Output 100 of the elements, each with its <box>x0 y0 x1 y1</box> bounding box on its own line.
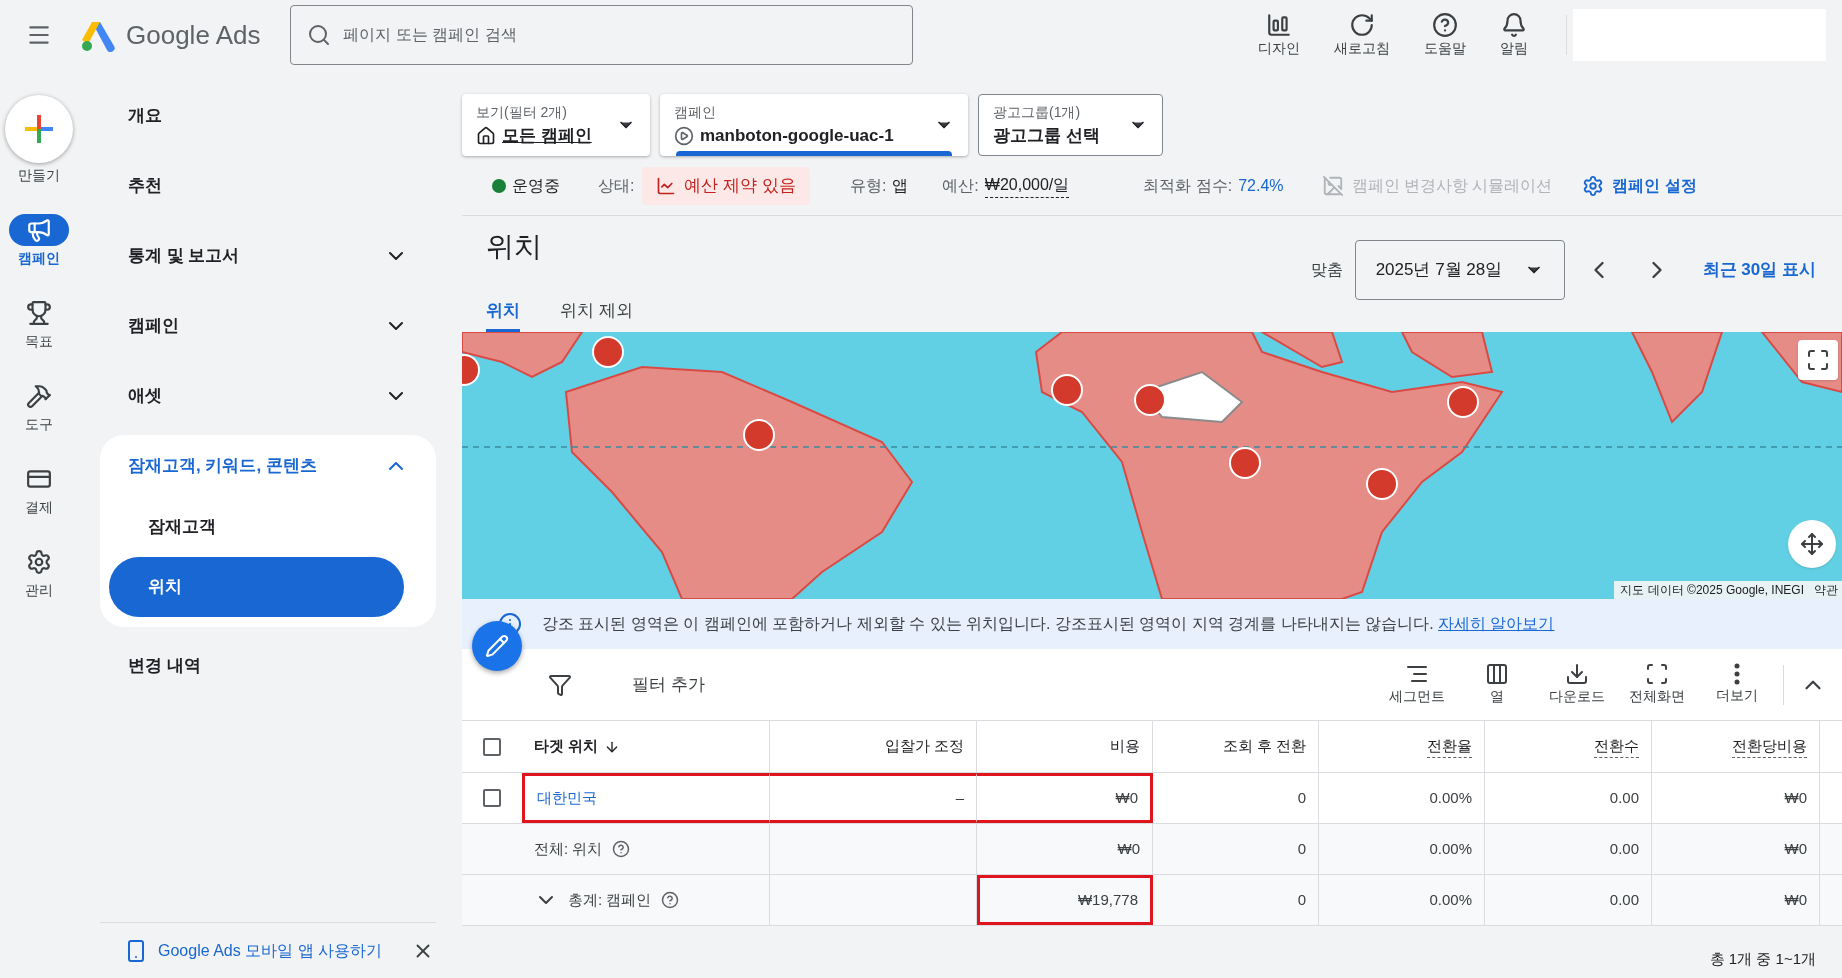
fullscreen-icon <box>1806 348 1830 372</box>
rail-item[interactable]: 결제 <box>9 463 69 518</box>
nav-item[interactable]: 개요 <box>100 81 436 151</box>
selector-dropdown[interactable]: 보기(필터 2개) 모든 캠페인 <box>462 94 650 156</box>
table-cell-text: – <box>955 787 964 808</box>
table-cell-text: 0.00% <box>1429 838 1472 859</box>
search-field[interactable]: 페이지 또는 캠페인 검색 <box>290 5 914 65</box>
table-cell-text: ₩0 <box>1115 787 1138 808</box>
selector-dropdown[interactable]: 캠페인 manboton-google-uac-1 <box>660 94 968 156</box>
help-icon <box>612 840 631 858</box>
table-cell-text: 0.00% <box>1429 787 1472 808</box>
campaign-state: 운영중 <box>512 175 560 196</box>
table-cell-text: ₩19,778 <box>1077 889 1138 910</box>
nav-subitem[interactable]: 잠재고객 <box>109 497 404 557</box>
budget-value[interactable]: ₩20,000/일 <box>984 173 1070 198</box>
score-value[interactable]: 72.4% <box>1238 173 1284 198</box>
product-name: Google Ads <box>126 18 261 52</box>
column-header[interactable]: 조회 후 전환 <box>1222 735 1306 758</box>
gear-icon <box>1582 174 1605 197</box>
mobile-app-link[interactable]: Google Ads 모바일 앱 사용하기 <box>158 938 383 963</box>
megaphone-icon <box>26 217 52 243</box>
nav-subitem[interactable]: 위치 <box>109 557 404 617</box>
help-icon <box>661 891 680 909</box>
nav-item[interactable]: 통계 및 보고서 <box>100 221 436 291</box>
type-label: 유형: <box>849 175 887 196</box>
pencil-icon <box>485 634 509 658</box>
nav-item[interactable]: 캠페인 <box>100 291 436 361</box>
nav-item[interactable]: 애셋 <box>100 361 436 431</box>
refresh-icon <box>1349 11 1375 38</box>
toolbar-button[interactable]: 세그먼트 <box>1387 662 1447 707</box>
fullscreen-icon <box>1645 662 1669 686</box>
trophy-icon <box>26 300 52 326</box>
pagination-text: 총 1개 중 1~1개 <box>1709 948 1816 969</box>
fullscreen-button[interactable] <box>1798 340 1838 380</box>
page-title: 위치 <box>486 230 543 264</box>
columns-icon <box>1485 662 1509 686</box>
checkbox[interactable] <box>483 789 501 807</box>
nav-item[interactable]: 잠재고객, 키워드, 콘텐츠 <box>100 435 436 497</box>
date-dropdown[interactable]: 2025년 7월 28일 <box>1354 240 1565 300</box>
column-header[interactable]: 입찰가 조정 <box>884 735 964 758</box>
budget-limited-badge: 예산 제약 있음 <box>642 166 810 205</box>
campaign-settings-button[interactable]: 캠페인 설정 <box>1582 173 1697 198</box>
rail-item[interactable]: 도구 <box>9 380 69 435</box>
column-header[interactable]: 전환수 <box>1594 734 1639 759</box>
table-cell-text: 0.00 <box>1609 838 1639 859</box>
toolbar-button[interactable]: 전체화면 <box>1627 662 1687 707</box>
chart-icon <box>1266 11 1292 38</box>
tab[interactable]: 위치 제외 <box>560 292 633 332</box>
rail-item[interactable]: 목표 <box>9 297 69 352</box>
plus-icon <box>23 113 55 145</box>
app-icon <box>674 125 694 146</box>
row-label: 총계: 캠페인 <box>568 889 652 910</box>
toolbar-button[interactable]: 다운로드 <box>1547 662 1607 707</box>
table-cell-text: 0.00 <box>1609 889 1639 910</box>
table-cell-text: ₩0 <box>1784 889 1807 910</box>
map-attribution: 지도 데이터 ©2025 Google, INEGI <box>1619 582 1805 599</box>
rail-item[interactable]: 관리 <box>9 546 69 601</box>
table-cell-text: 0.00 <box>1609 787 1639 808</box>
column-header[interactable]: 타겟 위치 <box>534 735 621 758</box>
checkbox[interactable] <box>483 737 501 756</box>
download-icon <box>1565 662 1589 686</box>
table-cell-text: ₩0 <box>1784 838 1807 859</box>
column-header[interactable]: 비용 <box>1110 735 1140 758</box>
column-header[interactable]: 전환율 <box>1427 734 1472 759</box>
header-action-button[interactable]: 알림 <box>1496 11 1532 59</box>
column-header[interactable]: 전환당비용 <box>1732 734 1807 759</box>
edit-fab[interactable] <box>472 621 522 671</box>
location-link[interactable]: 대한민국 <box>537 786 597 810</box>
table-cell-text: 0 <box>1297 838 1306 859</box>
recent-30-days-link[interactable]: 최근 30일 표시 <box>1702 257 1816 283</box>
home-icon <box>476 125 496 146</box>
score-label: 최적화 점수: <box>1143 175 1233 196</box>
table-cell-text: 0.00% <box>1429 889 1472 910</box>
nav-item[interactable]: 변경 내역 <box>100 631 436 701</box>
bell-icon <box>1501 11 1527 38</box>
budget-label: 예산: <box>942 175 979 196</box>
notice-text: 강조 표시된 영역은 이 캠페인에 포함하거나 제외할 수 있는 위치입니다. 강조표시된 영역이 지역 경계를 나타내지는 않습니다. 자세히 알아보기 <box>542 614 1555 634</box>
selector-dropdown[interactable]: 광고그룹(1개) 광고그룹 선택 <box>978 94 1163 156</box>
filter-icon <box>548 672 572 697</box>
table-cell-text: ₩0 <box>1784 787 1807 808</box>
terms-link[interactable]: 약관 <box>1810 581 1842 599</box>
tools-icon <box>26 383 52 409</box>
header-action-button[interactable]: 새로고침 <box>1330 11 1394 59</box>
add-filter-button[interactable]: 필터 추가 <box>632 671 705 698</box>
more-icon <box>1734 663 1740 685</box>
search-icon <box>307 23 332 47</box>
table-cell-text: 0 <box>1297 889 1306 910</box>
table-cell-text: ₩0 <box>1117 838 1140 859</box>
toolbar-button[interactable]: 더보기 <box>1707 663 1767 706</box>
search-input[interactable]: 페이지 또는 캠페인 검색 <box>343 23 897 47</box>
help-icon <box>1432 11 1458 38</box>
image-off-icon <box>1321 174 1344 197</box>
settings-icon <box>26 549 52 575</box>
type-value: 앱 <box>892 175 909 196</box>
chart-line-icon <box>656 175 677 196</box>
header-action-button[interactable]: 디자인 <box>1254 11 1304 59</box>
learn-more-link[interactable]: 자세히 알아보기 <box>1438 615 1555 632</box>
nav-item[interactable]: 추천 <box>100 151 436 221</box>
header-action-button[interactable]: 도움말 <box>1420 11 1470 59</box>
toolbar-button[interactable]: 열 <box>1467 662 1527 707</box>
